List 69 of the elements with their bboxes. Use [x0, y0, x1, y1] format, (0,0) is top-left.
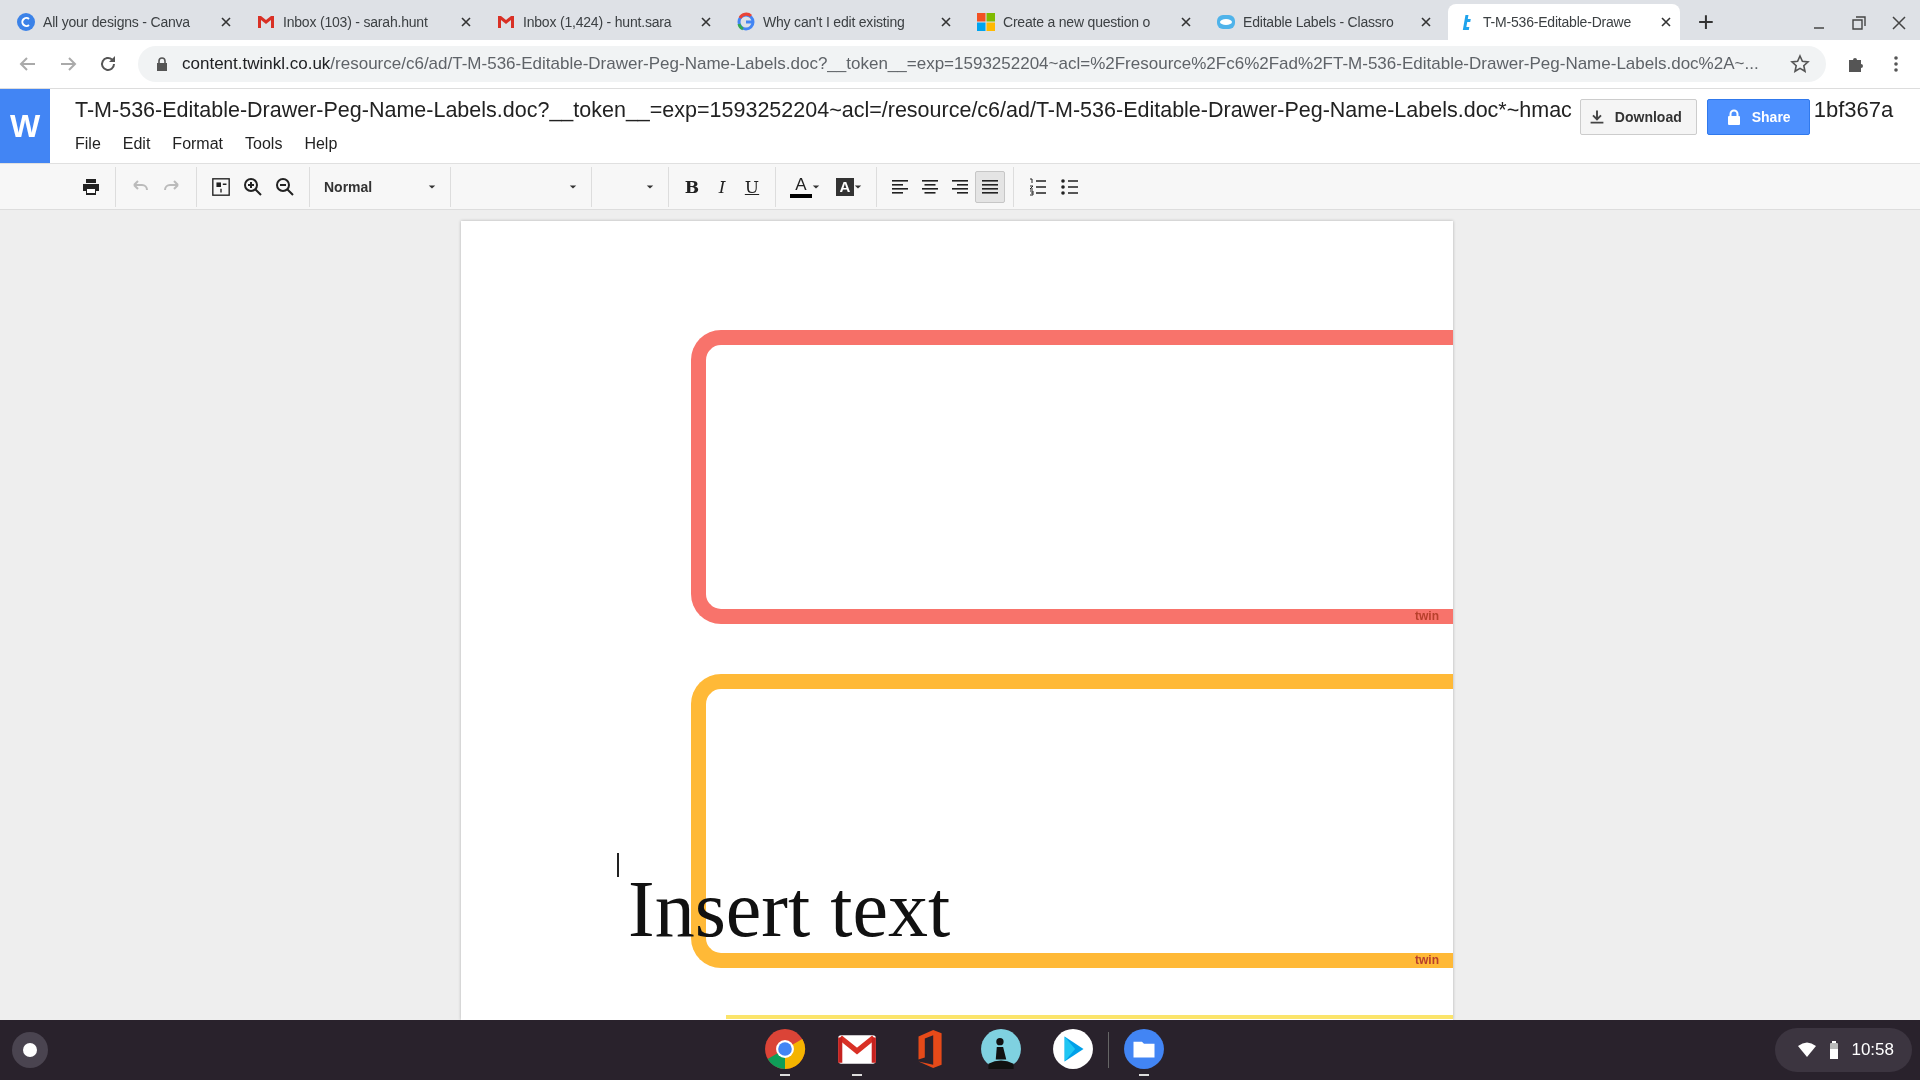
- close-icon[interactable]: [700, 16, 712, 28]
- align-justify-button[interactable]: [975, 170, 1005, 203]
- url-text: content.twinkl.co.uk/resource/c6/ad/T-M-536-Editable-Drawer-Peg-Name-Labels.doc?__token__=exp=1593252204~acl=%2Fresource%2Fc6%2Fad%2FT-M-536-Editable-Drawer-Peg-Name-Labels.doc%2A~...: [182, 54, 1760, 74]
- underline-button[interactable]: U: [737, 176, 767, 197]
- italic-button[interactable]: I: [707, 176, 737, 197]
- caret-icon[interactable]: [854, 183, 862, 190]
- menu-item[interactable]: File: [75, 135, 101, 153]
- tab-title: T-M-536-Editable-Drawe: [1483, 14, 1632, 30]
- restore-icon[interactable]: [1852, 16, 1866, 30]
- battery-icon: [1829, 1041, 1840, 1059]
- new-tab-button[interactable]: +: [1688, 4, 1724, 40]
- close-icon[interactable]: [1892, 16, 1906, 30]
- browser-tab[interactable]: T-M-536-Editable-Drawe: [1448, 4, 1680, 40]
- close-icon[interactable]: [1180, 16, 1192, 28]
- tab-title: Create a new question o: [1003, 14, 1151, 30]
- menu-item[interactable]: Format: [172, 135, 224, 153]
- tab-title: All your designs - Canva: [43, 14, 190, 30]
- tab-title: Inbox (1,424) - hunt.sara: [523, 14, 672, 30]
- close-icon[interactable]: [220, 16, 232, 28]
- caret-icon: [646, 183, 654, 190]
- lock-icon: [1725, 109, 1742, 125]
- caret-icon[interactable]: [812, 183, 820, 190]
- browser-tab[interactable]: Create a new question o: [968, 4, 1200, 40]
- font-color-button[interactable]: A: [790, 175, 812, 198]
- tab-title: Inbox (103) - sarah.hunt: [283, 14, 428, 30]
- google-logo-icon: [736, 12, 756, 32]
- caret-icon: [569, 183, 577, 190]
- lock-icon: [156, 57, 168, 71]
- star-icon[interactable]: [1790, 54, 1810, 74]
- document-title: 1bf367a: [1813, 97, 1894, 123]
- caret-icon: [428, 183, 436, 190]
- label-tag: twin: [1415, 954, 1439, 967]
- fit-page-icon[interactable]: [211, 176, 231, 197]
- app-logo: W: [0, 89, 50, 163]
- browser-tab[interactable]: Inbox (103) - sarah.hunt: [248, 4, 480, 40]
- tab-title: Why can't I edit existing: [763, 14, 905, 30]
- browser-tab[interactable]: Why can't I edit existing: [728, 4, 960, 40]
- close-icon[interactable]: [1420, 16, 1432, 28]
- launcher-button[interactable]: [12, 1032, 48, 1068]
- address-bar[interactable]: content.twinkl.co.uk/resource/c6/ad/T-M-536-Editable-Drawer-Peg-Name-Labels.doc?__token__=exp=1593252204~acl=%2Fresource%2Fc6%2Fad%2FT-M-536-Editable-Drawer-Peg-Name-Labels.doc%2A~...: [138, 46, 1826, 82]
- bold-button[interactable]: B: [677, 176, 707, 197]
- zoom-out-icon[interactable]: [275, 176, 295, 197]
- wifi-icon: [1797, 1042, 1818, 1058]
- numbered-list-icon[interactable]: [1028, 176, 1048, 197]
- browser-tab[interactable]: All your designs - Canva: [8, 4, 240, 40]
- highlight-button[interactable]: A: [836, 177, 854, 196]
- close-icon[interactable]: [1660, 16, 1672, 28]
- close-icon[interactable]: [460, 16, 472, 28]
- clock-time: 10:58: [1851, 1040, 1894, 1060]
- close-icon[interactable]: [940, 16, 952, 28]
- menu-item[interactable]: Edit: [122, 135, 151, 153]
- menu-item[interactable]: Tools: [245, 135, 283, 153]
- bullet-list-icon[interactable]: [1060, 176, 1080, 197]
- menu-item[interactable]: Help: [304, 135, 338, 153]
- browser-tab[interactable]: Inbox (1,424) - hunt.sara: [488, 4, 720, 40]
- document-title: T-M-536-Editable-Drawer-Peg-Name-Labels.doc?__token__=exp=1593252204~acl=/resource/c6/ad/T-M-536-Editable-Drawer-Peg-Name-Labels.doc*~hmac: [75, 97, 1572, 123]
- tab-title: Editable Labels - Classro: [1243, 14, 1394, 30]
- label-tag: twin: [1415, 610, 1439, 623]
- zoom-in-icon[interactable]: [243, 176, 263, 197]
- windows-logo-icon: [976, 12, 996, 32]
- download-icon: [1588, 109, 1605, 125]
- text-cursor: [617, 853, 619, 877]
- print-icon[interactable]: [81, 176, 101, 197]
- style-dropdown[interactable]: Normal: [318, 171, 442, 202]
- status-tray[interactable]: 10:58: [1775, 1028, 1912, 1072]
- download-button[interactable]: Download: [1579, 99, 1697, 135]
- browser-tab[interactable]: Editable Labels - Classro: [1208, 4, 1440, 40]
- canva-logo-icon: [16, 12, 36, 32]
- reload-icon[interactable]: [98, 54, 118, 74]
